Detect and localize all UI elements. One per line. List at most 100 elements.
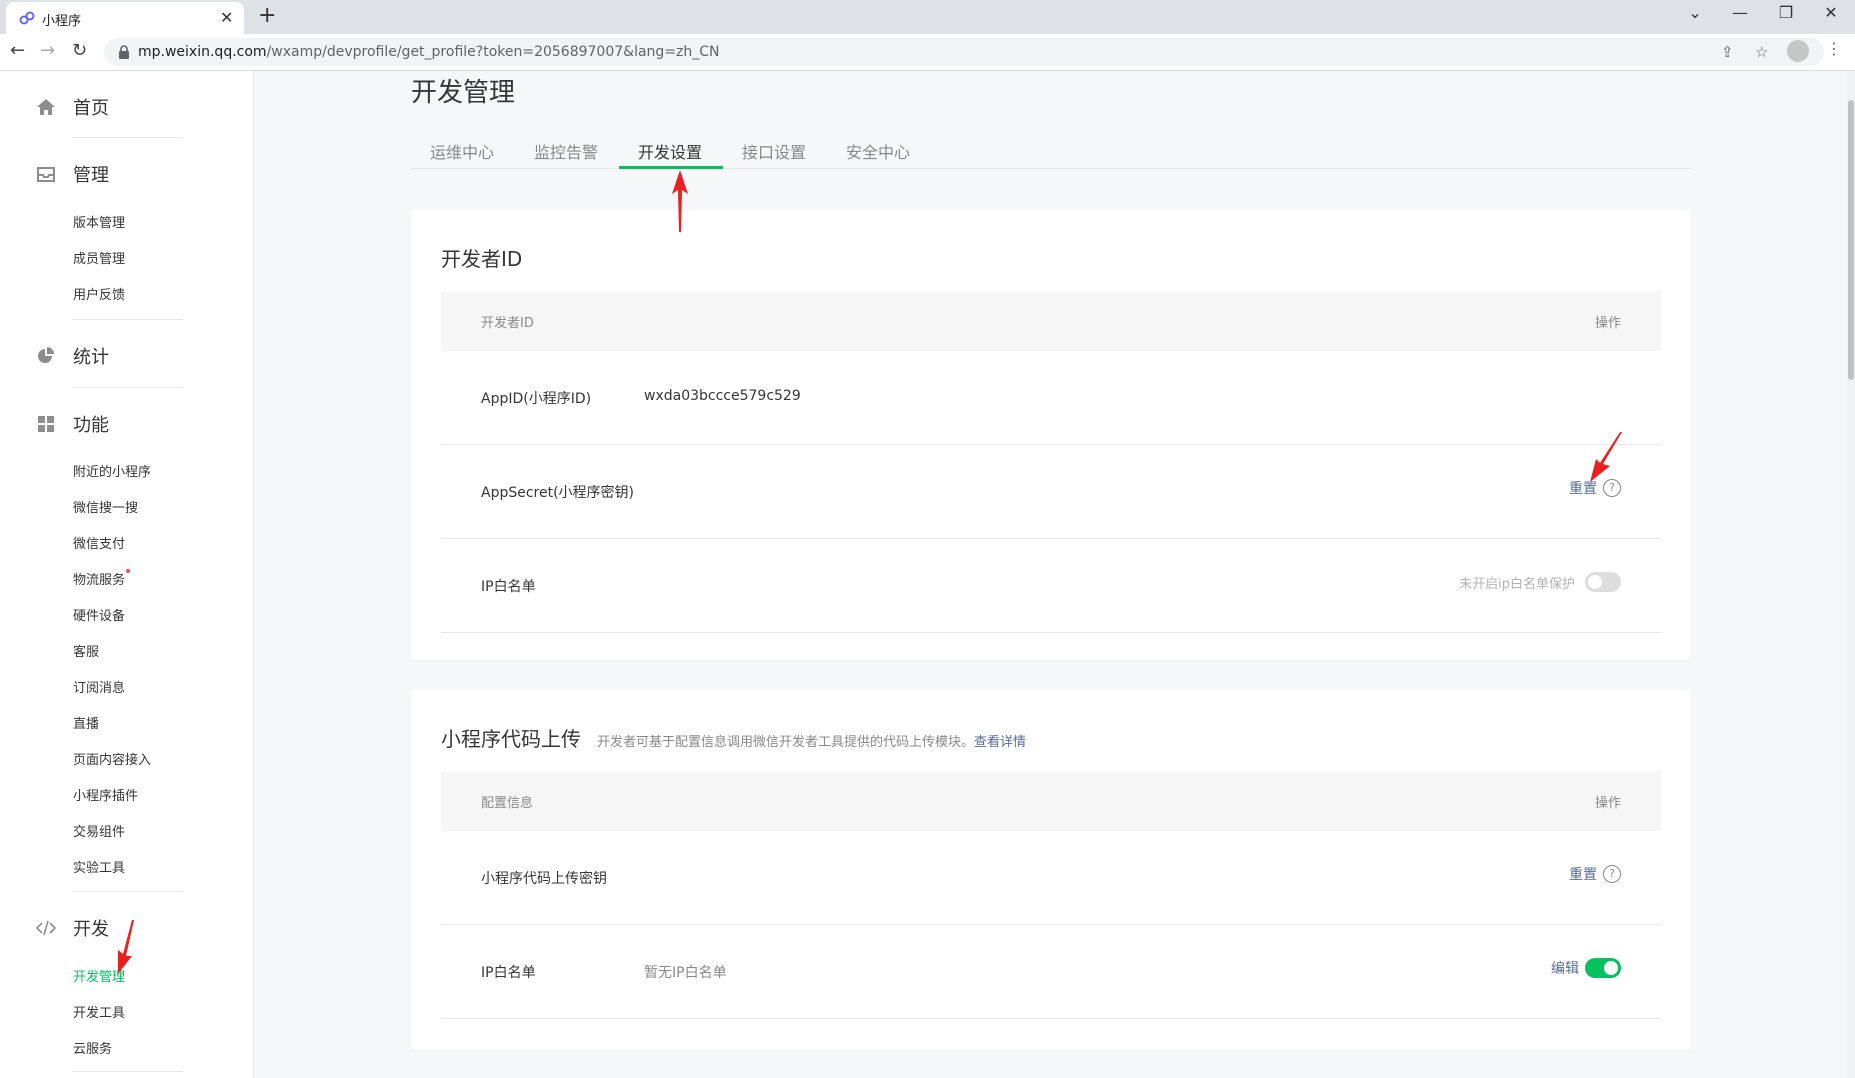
sidebar-item-members[interactable]: 成员管理: [73, 248, 125, 267]
new-dot-badge: [126, 569, 131, 573]
upload-key-actions: 重置 ?: [1569, 864, 1621, 884]
browser-toolbar: ← → ↻ mp.weixin.qq.com/wxamp/devprofile/…: [0, 34, 1855, 71]
appid-label: AppID(小程序ID): [481, 391, 592, 407]
address-bar[interactable]: mp.weixin.qq.com/wxamp/devprofile/get_pr…: [104, 38, 1824, 66]
table-header: 配置信息 操作: [441, 771, 1661, 831]
table-header: 开发者ID 操作: [441, 291, 1661, 351]
sidebar-divider: [72, 387, 183, 388]
header-label: 配置信息: [481, 796, 534, 811]
appsecret-label: AppSecret(小程序密钥): [481, 485, 635, 501]
reset-key-button[interactable]: 重置: [1569, 864, 1597, 884]
upload-ip-actions: 编辑: [1551, 958, 1621, 978]
sidebar-item-manage[interactable]: 管理: [36, 161, 109, 187]
tab-search-icon[interactable]: ⌄: [1680, 3, 1710, 22]
table-row-ip-whitelist: IP白名单 未开启ip白名单保护: [441, 539, 1661, 633]
view-details-link[interactable]: 查看详情: [974, 735, 1026, 750]
restore-icon[interactable]: ❐: [1771, 3, 1801, 22]
upload-ip-toggle[interactable]: [1585, 958, 1621, 978]
sidebar-divider: [72, 891, 183, 892]
active-tab-indicator: [619, 166, 723, 169]
appsecret-actions: 重置 ?: [1569, 478, 1621, 498]
home-icon: [37, 99, 55, 115]
share-icon[interactable]: ⇪: [1721, 43, 1734, 61]
sidebar-item-content[interactable]: 页面内容接入: [73, 749, 151, 768]
lock-icon: [119, 45, 129, 59]
card-description: 开发者可基于配置信息调用微信开发者工具提供的代码上传模块。查看详情: [597, 735, 1026, 750]
card-title: 开发者ID: [441, 247, 523, 271]
sidebar-divider: [72, 319, 183, 320]
upload-key-label: 小程序代码上传密钥: [481, 871, 607, 887]
table-row-upload-key: 小程序代码上传密钥 重置 ?: [441, 831, 1661, 925]
profile-avatar[interactable]: [1787, 40, 1809, 62]
sidebar-item-home[interactable]: 首页: [36, 94, 109, 120]
toggle-knob: [1604, 961, 1618, 975]
inbox-icon: [37, 167, 55, 182]
sidebar-item-lab[interactable]: 实验工具: [73, 857, 125, 876]
tab-dev-settings[interactable]: 开发设置: [638, 139, 702, 163]
header-label: 开发者ID: [481, 316, 534, 331]
tab-bar: 运维中心 监控告警 开发设置 接口设置 安全中心: [411, 122, 1691, 169]
sidebar-item-live[interactable]: 直播: [73, 713, 99, 732]
appid-value: wxda03bccce579c529: [644, 388, 801, 404]
tab-ops[interactable]: 运维中心: [430, 139, 494, 163]
reset-secret-button[interactable]: 重置: [1569, 478, 1597, 498]
tab-monitor[interactable]: 监控告警: [534, 139, 598, 163]
sidebar-item-version[interactable]: 版本管理: [73, 212, 125, 231]
sidebar-item-subscribe[interactable]: 订阅消息: [73, 677, 125, 696]
browser-tabstrip: 小程序 ✕ + ⌄ — ❐ ✕: [0, 0, 1855, 34]
edit-ip-button[interactable]: 编辑: [1551, 958, 1579, 978]
tab-api-settings[interactable]: 接口设置: [742, 139, 806, 163]
code-upload-card: 小程序代码上传 开发者可基于配置信息调用微信开发者工具提供的代码上传模块。查看详情…: [411, 690, 1691, 1050]
ip-protection-toggle[interactable]: [1585, 572, 1621, 592]
reload-icon[interactable]: ↻: [72, 40, 87, 61]
tab-security[interactable]: 安全中心: [846, 139, 910, 163]
url-text: mp.weixin.qq.com/wxamp/devprofile/get_pr…: [138, 44, 720, 60]
sidebar-item-dev[interactable]: 开发: [36, 915, 109, 941]
card-title: 小程序代码上传: [441, 727, 581, 751]
upload-ip-value: 暂无IP白名单: [644, 965, 727, 981]
bookmark-star-icon[interactable]: ☆: [1755, 43, 1768, 61]
close-icon[interactable]: ✕: [220, 8, 233, 27]
table-row-upload-ip: IP白名单 暂无IP白名单 编辑: [441, 925, 1661, 1019]
sidebar-item-logistics[interactable]: 物流服务: [73, 569, 131, 588]
sidebar-item-trade[interactable]: 交易组件: [73, 821, 125, 840]
sidebar-item-pay[interactable]: 微信支付: [73, 533, 125, 552]
sidebar-label-stats: 统计: [73, 347, 109, 368]
sidebar-label-home: 首页: [73, 98, 109, 119]
ip-whitelist-label: IP白名单: [481, 579, 536, 595]
grid-icon: [38, 416, 54, 432]
header-action: 操作: [1594, 316, 1621, 331]
sidebar-item-features[interactable]: 功能: [36, 411, 109, 437]
ip-whitelist-actions: 未开启ip白名单保护: [1459, 572, 1621, 592]
window-close-icon[interactable]: ✕: [1816, 3, 1846, 22]
sidebar-item-plugin[interactable]: 小程序插件: [73, 785, 138, 804]
card-description-text: 开发者可基于配置信息调用微信开发者工具提供的代码上传模块。: [597, 735, 975, 750]
card-title-row: 小程序代码上传 开发者可基于配置信息调用微信开发者工具提供的代码上传模块。查看详情: [441, 723, 1026, 752]
back-icon[interactable]: ←: [10, 40, 25, 61]
code-icon: [36, 920, 56, 936]
sidebar-item-nearby[interactable]: 附近的小程序: [73, 461, 151, 480]
sidebar-label-dev: 开发: [73, 919, 109, 940]
help-icon[interactable]: ?: [1603, 865, 1621, 883]
sidebar-label-logistics: 物流服务: [73, 573, 126, 588]
tab-title: 小程序: [42, 14, 82, 29]
table-row-appid: AppID(小程序ID) wxda03bccce579c529: [441, 351, 1661, 445]
sidebar-label-manage: 管理: [73, 165, 109, 186]
new-tab-icon[interactable]: +: [258, 3, 276, 28]
sidebar-item-cloud[interactable]: 云服务: [73, 1038, 112, 1057]
browser-tab[interactable]: 小程序 ✕: [6, 2, 244, 34]
sidebar-item-search[interactable]: 微信搜一搜: [73, 497, 138, 516]
sidebar-item-service[interactable]: 客服: [73, 641, 99, 660]
sidebar-item-hardware[interactable]: 硬件设备: [73, 605, 125, 624]
forward-icon[interactable]: →: [40, 40, 55, 61]
sidebar-item-feedback[interactable]: 用户反馈: [73, 284, 125, 303]
browser-menu-icon[interactable]: ⋮: [1826, 39, 1842, 58]
sidebar-item-stats[interactable]: 统计: [36, 343, 109, 369]
sidebar-item-dev-tools[interactable]: 开发工具: [73, 1002, 125, 1021]
sidebar-item-dev-manage[interactable]: 开发管理: [73, 966, 125, 985]
minimize-icon[interactable]: —: [1725, 3, 1755, 22]
scrollbar-thumb[interactable]: [1848, 100, 1854, 380]
developer-id-card: 开发者ID 开发者ID 操作 AppID(小程序ID) wxda03bccce5…: [411, 210, 1691, 660]
header-action: 操作: [1594, 796, 1621, 811]
help-icon[interactable]: ?: [1603, 479, 1621, 497]
